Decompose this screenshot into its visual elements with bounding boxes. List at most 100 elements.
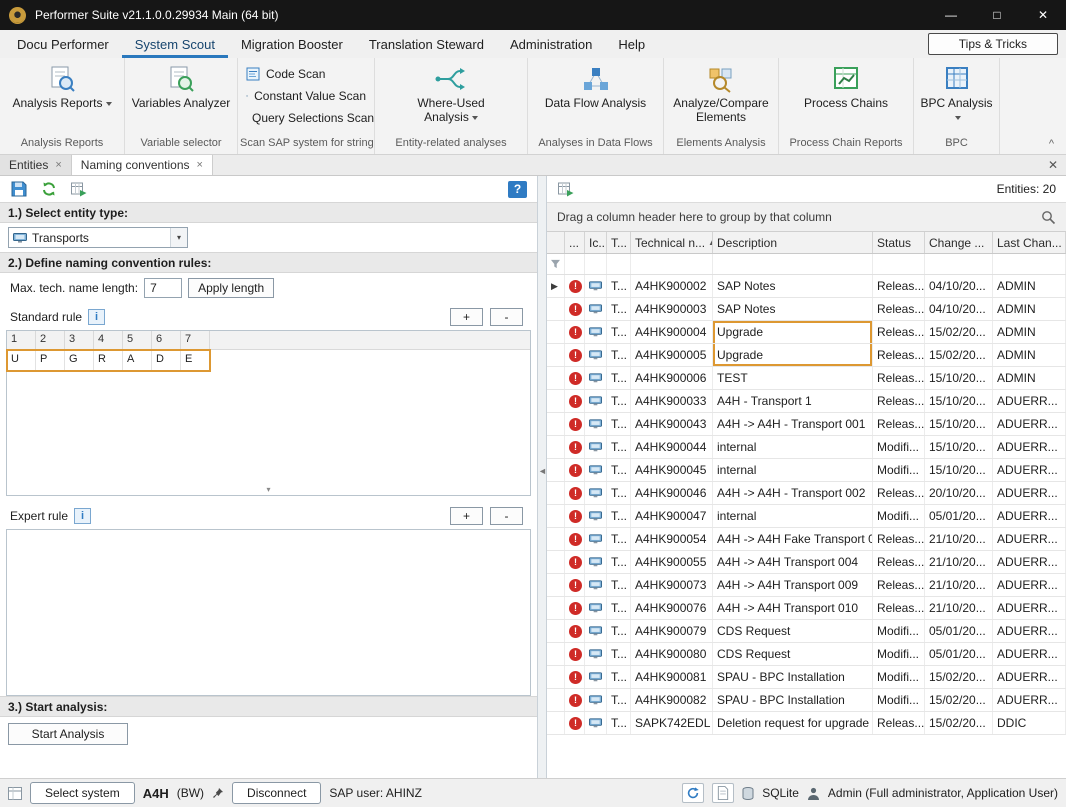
tab-naming-conventions[interactable]: Naming conventions × (72, 155, 213, 175)
standard-rule-add-button[interactable]: + (450, 308, 483, 326)
constant-value-scan-button[interactable]: Constant Value Scan (240, 85, 372, 106)
rule-value-cell[interactable]: E (181, 350, 210, 371)
expert-rule-remove-button[interactable]: - (490, 507, 523, 525)
table-row[interactable]: ! T... A4HK900079 CDS Request Modifi... … (547, 620, 1066, 643)
filter-cell[interactable] (713, 254, 873, 274)
rule-value-cell[interactable]: D (152, 350, 181, 371)
chevron-down-icon[interactable]: ▾ (170, 228, 187, 247)
start-analysis-button[interactable]: Start Analysis (8, 723, 128, 745)
refresh-button[interactable] (40, 180, 58, 198)
filter-cell[interactable] (631, 254, 713, 274)
analyze-compare-elements-button[interactable]: Analyze/Compare Elements (664, 58, 778, 137)
max-length-input[interactable]: 7 (144, 278, 182, 298)
table-row[interactable]: ! T... SAPK742EDL Deletion request for u… (547, 712, 1066, 735)
cell-last-changed-by: ADMIN (993, 344, 1066, 366)
menu-tab[interactable]: Docu Performer (4, 30, 122, 58)
panel-close-icon[interactable]: ✕ (1048, 155, 1058, 175)
menu-tab[interactable]: Help (605, 30, 658, 58)
column-header-indicator[interactable] (547, 232, 565, 253)
column-header-icon[interactable]: Ic... (585, 232, 607, 253)
filter-cell[interactable] (547, 254, 565, 274)
rule-value-cell[interactable]: R (94, 350, 123, 371)
table-row[interactable]: ! T... A4HK900003 SAP Notes Releas... 04… (547, 298, 1066, 321)
table-row[interactable]: ! T... A4HK900073 A4H -> A4H Transport 0… (547, 574, 1066, 597)
table-row[interactable]: ! T... A4HK900080 CDS Request Modifi... … (547, 643, 1066, 666)
column-header-last-changed-by[interactable]: Last Chan... (993, 232, 1066, 253)
filter-cell[interactable] (925, 254, 993, 274)
filter-cell[interactable] (873, 254, 925, 274)
where-used-analysis-button[interactable]: Where-Used Analysis (393, 58, 509, 137)
close-button[interactable]: ✕ (1020, 0, 1066, 30)
menu-tab[interactable]: Translation Steward (356, 30, 497, 58)
query-selections-scan-button[interactable]: Query Selections Scan (240, 107, 372, 128)
column-header-type[interactable]: T... (607, 232, 631, 253)
rule-value-cell[interactable]: U (7, 350, 36, 371)
rule-value-cell[interactable]: P (36, 350, 65, 371)
tab-close-icon[interactable]: × (55, 159, 61, 171)
code-scan-button[interactable]: Code Scan (240, 63, 372, 84)
maximize-button[interactable]: □ (974, 0, 1020, 30)
table-row[interactable]: ▶ ! T... A4HK900002 SAP Notes Releas... … (547, 275, 1066, 298)
sync-button[interactable] (682, 783, 704, 803)
data-flow-analysis-button[interactable]: Data Flow Analysis (541, 58, 650, 137)
table-row[interactable]: ! T... A4HK900006 TEST Releas... 15/10/2… (547, 367, 1066, 390)
info-icon[interactable]: i (74, 508, 91, 524)
table-row[interactable]: ! T... A4HK900054 A4H -> A4H Fake Transp… (547, 528, 1066, 551)
cell-status: Modifi... (873, 436, 925, 458)
disconnect-button[interactable]: Disconnect (232, 782, 321, 804)
standard-rule-row[interactable]: U P G R A D E (7, 350, 210, 371)
table-row[interactable]: ! T... A4HK900044 internal Modifi... 15/… (547, 436, 1066, 459)
splitter-collapse-icon[interactable]: ◄ (538, 466, 547, 476)
column-header-description[interactable]: Description (713, 232, 873, 253)
save-button[interactable] (10, 180, 28, 198)
tips-tricks-button[interactable]: Tips & Tricks (928, 33, 1058, 55)
info-icon[interactable]: i (88, 309, 105, 325)
table-row[interactable]: ! T... A4HK900055 A4H -> A4H Transport 0… (547, 551, 1066, 574)
table-row[interactable]: ! T... A4HK900047 internal Modifi... 05/… (547, 505, 1066, 528)
menu-tab[interactable]: System Scout (122, 30, 228, 58)
rule-value-cell[interactable]: G (65, 350, 94, 371)
menu-tab[interactable]: Administration (497, 30, 605, 58)
filter-cell[interactable] (585, 254, 607, 274)
entity-type-dropdown[interactable]: Transports ▾ (8, 227, 188, 248)
tab-entities[interactable]: Entities × (0, 155, 72, 175)
search-icon[interactable] (1041, 210, 1056, 225)
export-button[interactable] (70, 180, 88, 198)
analysis-reports-button[interactable]: Analysis Reports (8, 58, 115, 137)
filter-cell[interactable] (993, 254, 1066, 274)
menu-tab[interactable]: Migration Booster (228, 30, 356, 58)
export-button[interactable] (557, 180, 575, 198)
table-row[interactable]: ! T... A4HK900046 A4H -> A4H - Transport… (547, 482, 1066, 505)
column-header-technical-name[interactable]: Technical n... ▲ (631, 232, 713, 253)
filter-cell[interactable] (607, 254, 631, 274)
table-row[interactable]: ! T... A4HK900081 SPAU - BPC Installatio… (547, 666, 1066, 689)
table-row[interactable]: ! T... A4HK900043 A4H -> A4H - Transport… (547, 413, 1066, 436)
table-row[interactable]: ! T... A4HK900082 SPAU - BPC Installatio… (547, 689, 1066, 712)
pin-icon[interactable] (212, 787, 224, 799)
collapse-hint-icon[interactable]: ▾ (266, 485, 270, 494)
apply-length-button[interactable]: Apply length (188, 278, 274, 298)
table-row[interactable]: ! T... A4HK900004 Upgrade Releas... 15/0… (547, 321, 1066, 344)
variables-analyzer-button[interactable]: Variables Analyzer (128, 58, 235, 137)
select-system-button[interactable]: Select system (30, 782, 135, 804)
table-row[interactable]: ! T... A4HK900033 A4H - Transport 1 Rele… (547, 390, 1066, 413)
expert-rule-add-button[interactable]: + (450, 507, 483, 525)
panel-splitter[interactable]: ◄ (538, 176, 547, 778)
process-chains-button[interactable]: Process Chains (800, 58, 892, 137)
column-header-dots[interactable]: ... (565, 232, 585, 253)
filter-cell[interactable] (565, 254, 585, 274)
bpc-analysis-button[interactable]: BPC Analysis (914, 58, 999, 137)
column-header-change-date[interactable]: Change ... (925, 232, 993, 253)
expert-rule-label: Expert rule (10, 509, 68, 523)
table-row[interactable]: ! T... A4HK900005 Upgrade Releas... 15/0… (547, 344, 1066, 367)
tab-close-icon[interactable]: × (197, 159, 203, 171)
table-row[interactable]: ! T... A4HK900045 internal Modifi... 15/… (547, 459, 1066, 482)
standard-rule-remove-button[interactable]: - (490, 308, 523, 326)
column-header-status[interactable]: Status (873, 232, 925, 253)
rule-value-cell[interactable]: A (123, 350, 152, 371)
ribbon-collapse-icon[interactable]: ^ (1049, 138, 1054, 150)
help-button[interactable]: ? (508, 181, 527, 198)
minimize-button[interactable]: — (928, 0, 974, 30)
table-row[interactable]: ! T... A4HK900076 A4H -> A4H Transport 0… (547, 597, 1066, 620)
log-button[interactable] (712, 783, 734, 803)
